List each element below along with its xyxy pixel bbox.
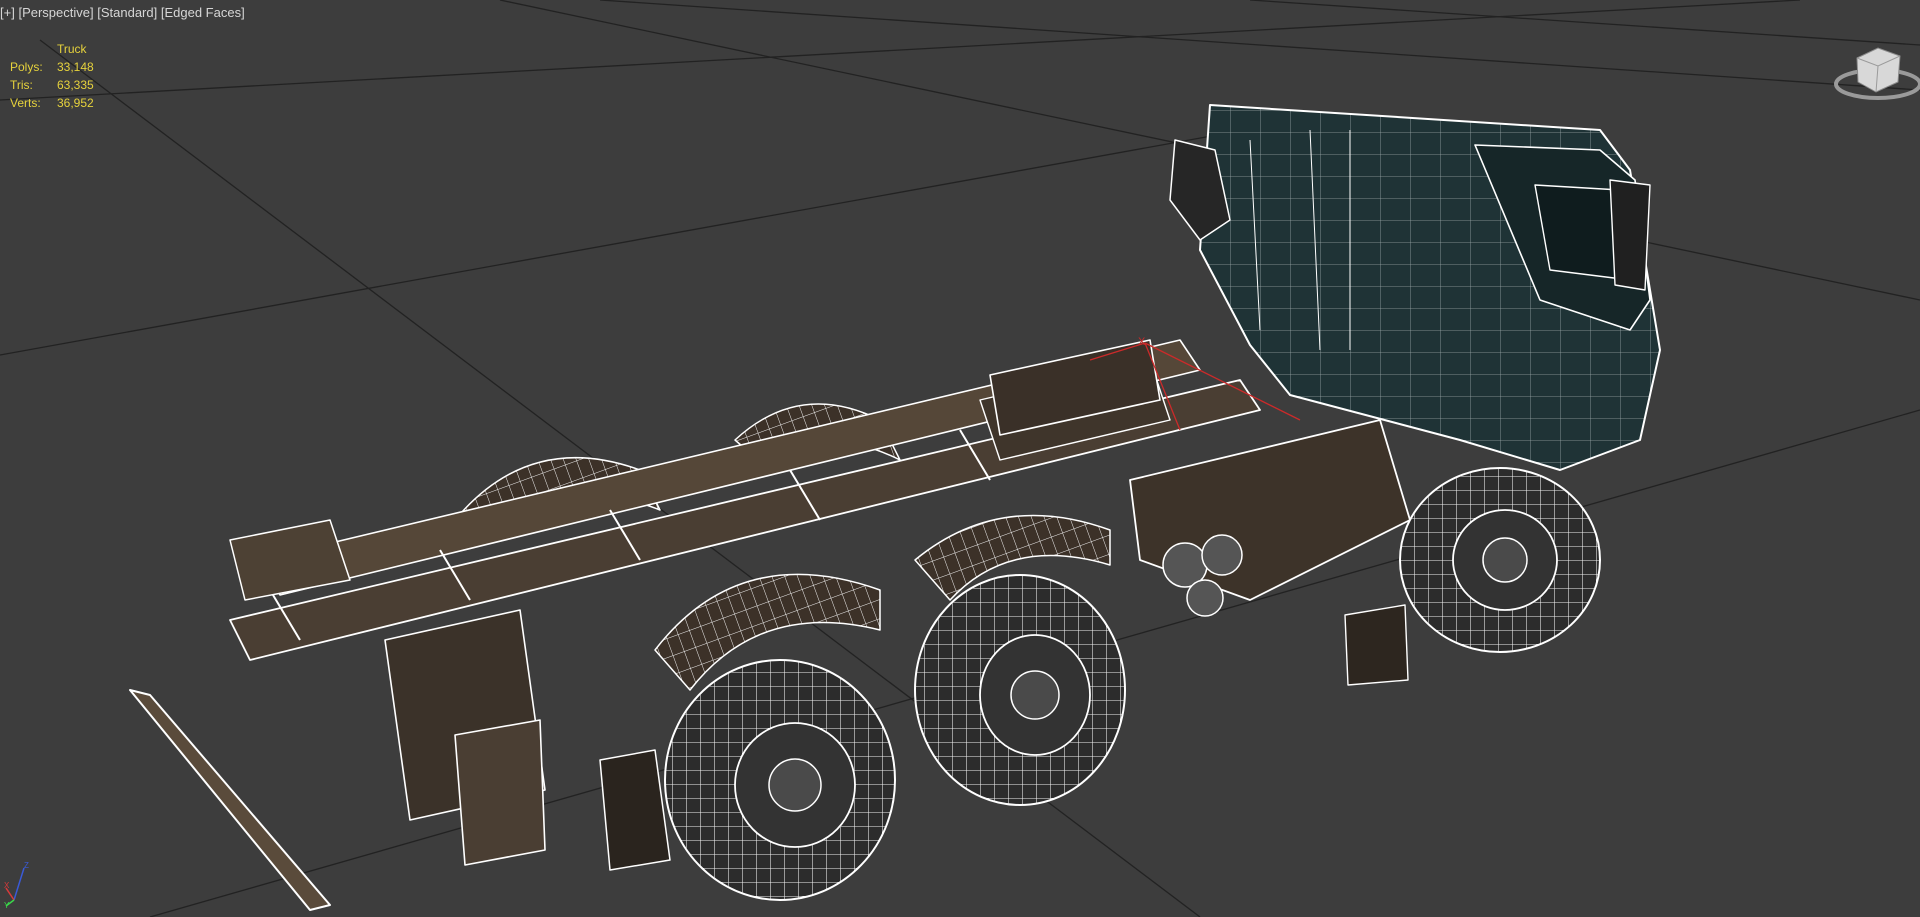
stats-row-verts: Verts: 36,952 <box>10 96 94 110</box>
viewport-plus-menu[interactable]: [+] <box>0 5 15 20</box>
stats-label: Verts: <box>10 96 41 110</box>
stats-value: 36,952 <box>57 96 94 110</box>
viewcube-icon[interactable] <box>1832 36 1920 106</box>
stats-row-polys: Polys: 33,148 <box>10 60 94 74</box>
axis-z-label: Z <box>24 861 29 870</box>
viewport-display-menu[interactable]: [Edged Faces] <box>161 5 245 20</box>
axis-tripod-icon: Z X Y <box>4 861 29 908</box>
gizmo-x-label: X <box>1138 336 1146 348</box>
stats-label: Polys: <box>10 60 43 74</box>
axis-x-label: X <box>4 881 10 890</box>
stats-label: Tris: <box>10 78 33 92</box>
truck-cab <box>1169 104 1661 471</box>
stats-value: 63,335 <box>57 78 94 92</box>
rear-wheel-1 <box>914 574 1126 806</box>
perspective-viewport[interactable]: X [+] [Perspective] [Standard] [Edged Fa… <box>0 0 1920 917</box>
front-wheel <box>1399 467 1601 653</box>
viewport-view-menu[interactable]: [Perspective] <box>18 5 93 20</box>
viewport-shading-menu[interactable]: [Standard] <box>97 5 157 20</box>
rear-wheel-2 <box>664 659 896 901</box>
stats-value: 33,148 <box>57 60 94 74</box>
truck-scene[interactable]: X <box>0 0 1920 917</box>
viewport-label-menu: [+] [Perspective] [Standard] [Edged Face… <box>0 5 245 20</box>
axis-y-label: Y <box>4 901 10 908</box>
stats-row-tris: Tris: 63,335 <box>10 78 94 92</box>
truck-model <box>129 104 1661 911</box>
stats-object-name: Truck <box>57 42 87 56</box>
